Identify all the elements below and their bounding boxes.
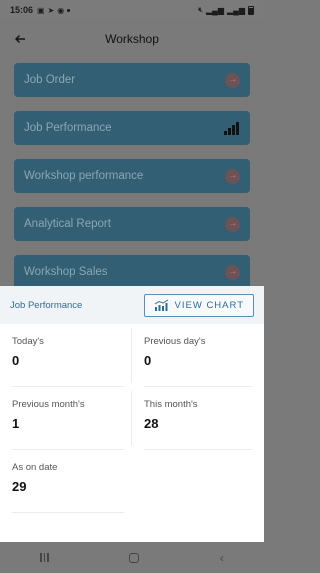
- menu-item-label: Job Performance: [24, 122, 112, 134]
- system-nav-bar: ‹: [0, 542, 264, 573]
- telegram-notification-icon: ➤: [47, 5, 55, 15]
- arrow-right-icon: →: [225, 168, 240, 184]
- arrow-right-icon: →: [225, 72, 240, 88]
- home-icon[interactable]: [129, 552, 140, 563]
- stat-value: 1: [12, 416, 20, 431]
- chart-icon: [154, 299, 169, 311]
- menu-item-analytical-report[interactable]: Analytical Report →: [14, 207, 250, 241]
- page-title: Workshop: [105, 32, 159, 46]
- workshop-menu: Job Order → Job Performance Workshop per…: [14, 63, 250, 303]
- view-chart-button[interactable]: VIEW CHART: [143, 293, 254, 317]
- volte-signal-icon: ▂▄▆: [227, 5, 245, 15]
- stat-as-on-date: As on date 29: [12, 450, 132, 513]
- nav-back-icon[interactable]: ‹: [220, 551, 224, 565]
- stat-this-month: This month's 28: [132, 387, 252, 450]
- menu-item-label: Workshop performance: [24, 170, 144, 182]
- messenger-notification-icon: ◉: [57, 5, 65, 15]
- stat-todays: Today's 0: [12, 324, 132, 387]
- gallery-notification-icon: ▣: [37, 5, 45, 15]
- arrow-right-icon: →: [225, 216, 240, 232]
- bar-chart-icon: [224, 121, 240, 135]
- stat-label: As on date: [12, 462, 58, 473]
- recents-icon[interactable]: [40, 553, 49, 562]
- menu-item-label: Job Order: [24, 74, 76, 86]
- menu-item-job-order[interactable]: Job Order →: [14, 63, 250, 97]
- status-time: 15:06: [10, 5, 34, 15]
- status-bar: 15:06 ▣ ➤ ◉ 🔇︎ ▂▄▆ ▂▄▆: [0, 0, 264, 20]
- stat-label: Today's: [12, 336, 44, 347]
- menu-item-label: Workshop Sales: [24, 266, 108, 278]
- view-chart-label: VIEW CHART: [174, 299, 244, 311]
- app-bar: Workshop: [0, 20, 264, 58]
- menu-item-workshop-sales[interactable]: Workshop Sales →: [14, 255, 250, 289]
- stat-previous-day: Previous day's 0: [132, 324, 252, 387]
- job-performance-sheet: Job Performance VIEW CHART Today's 0 Pre…: [0, 286, 264, 542]
- menu-item-job-performance[interactable]: Job Performance: [14, 111, 250, 145]
- stat-value: 28: [144, 416, 159, 431]
- stat-value: 29: [12, 479, 27, 494]
- menu-item-workshop-performance[interactable]: Workshop performance →: [14, 159, 250, 193]
- stat-value: 0: [144, 353, 152, 368]
- menu-item-label: Analytical Report: [24, 218, 111, 230]
- stat-label: Previous month's: [12, 399, 85, 410]
- battery-icon: [248, 5, 254, 15]
- stat-label: This month's: [144, 399, 198, 410]
- mute-icon: 🔇︎: [197, 5, 204, 14]
- signal-4g-icon: ▂▄▆: [206, 5, 225, 15]
- stat-label: Previous day's: [144, 336, 206, 347]
- sheet-title: Job Performance: [10, 299, 83, 311]
- more-notifications-icon: [67, 8, 71, 12]
- stat-value: 0: [12, 353, 20, 368]
- arrow-right-icon: →: [225, 264, 240, 280]
- sheet-header: Job Performance VIEW CHART: [0, 286, 264, 324]
- stats-grid: Today's 0 Previous day's 0 Previous mont…: [0, 324, 264, 513]
- stat-previous-month: Previous month's 1: [12, 387, 132, 450]
